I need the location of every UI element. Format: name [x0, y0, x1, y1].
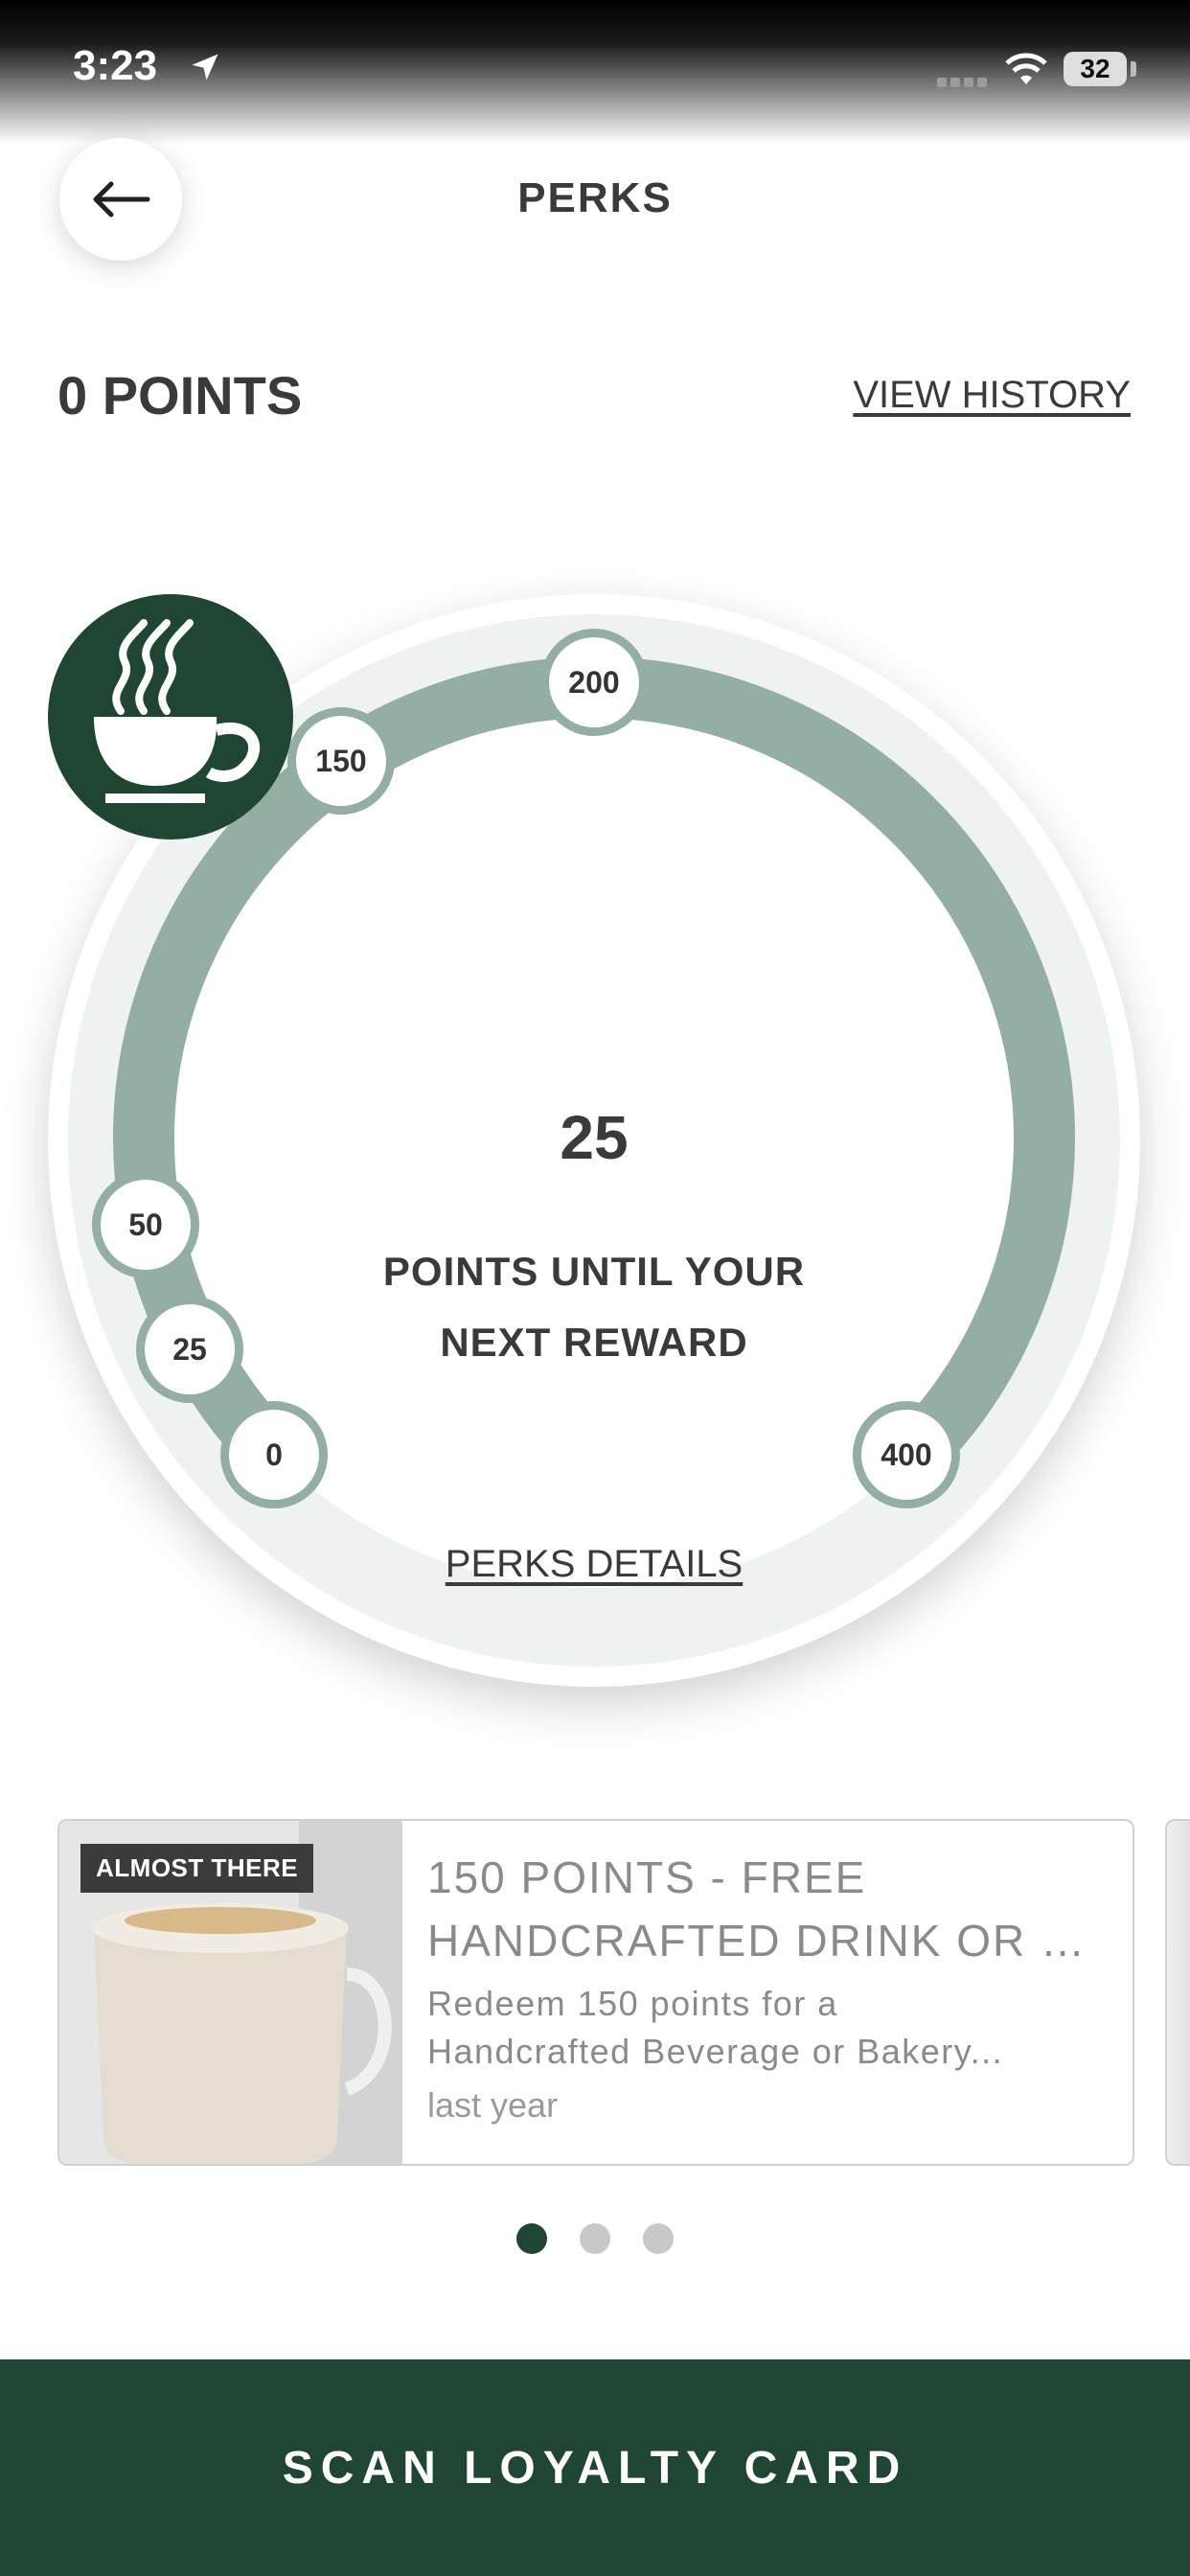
reward-title: 150 POINTS - FREE HANDCRAFTED DRINK OR B…: [427, 1846, 1108, 1972]
points-dial: 25 POINTS UNTIL YOUR NEXT REWARD PERKS D…: [48, 594, 1140, 1687]
location-arrow-icon: [192, 54, 218, 80]
next-reward-card-peek[interactable]: [1165, 1819, 1190, 2166]
scan-loyalty-card-label: SCAN LOYALTY CARD: [282, 2442, 908, 2494]
milestone-50: 50: [92, 1171, 199, 1278]
milestone-200: 200: [540, 629, 648, 736]
pager-dot-1[interactable]: [516, 2223, 547, 2254]
milestone-0: 0: [220, 1401, 328, 1508]
milestone-150: 150: [287, 707, 395, 815]
perks-details-link[interactable]: PERKS DETAILS: [48, 1543, 1140, 1586]
points-total: 0 POINTS: [57, 365, 303, 426]
view-history-link[interactable]: VIEW HISTORY: [853, 374, 1131, 417]
reward-timestamp: last year: [427, 2085, 559, 2125]
almost-there-badge: ALMOST THERE: [80, 1844, 314, 1893]
status-bar: 3:23 32: [0, 0, 1190, 144]
reward-description-line-2: Handcrafted Beverage or Bakery...: [427, 2032, 1004, 2071]
status-time: 3:23: [73, 42, 158, 89]
coffee-cup-icon: [48, 594, 293, 840]
latte-image: ALMOST THERE: [59, 1821, 402, 2164]
milestone-25: 25: [136, 1296, 243, 1403]
carousel-pager: [0, 2223, 1190, 2254]
points-until-value: 25: [560, 1103, 629, 1172]
cellular-signal-icon: [937, 75, 995, 87]
pager-dot-3[interactable]: [643, 2223, 674, 2254]
points-until-label: POINTS UNTIL YOUR NEXT REWARD: [382, 1249, 806, 1365]
reward-title-line-1: 150 POINTS - FREE: [427, 1852, 867, 1902]
reward-description-line-1: Redeem 150 points for a: [427, 1984, 838, 2023]
scan-loyalty-card-button[interactable]: SCAN LOYALTY CARD: [0, 2359, 1190, 2576]
reward-card[interactable]: ALMOST THERE 150 POINTS - FREE HANDCRAFT…: [57, 1819, 1134, 2166]
wifi-icon: [1005, 53, 1047, 84]
reward-description: Redeem 150 points for a Handcrafted Beve…: [427, 1980, 1108, 2076]
battery-tip: [1131, 61, 1136, 77]
pager-dot-2[interactable]: [580, 2223, 610, 2254]
page-title: PERKS: [517, 174, 673, 221]
reward-title-line-2: HANDCRAFTED DRINK OR B...: [427, 1916, 1108, 1966]
milestone-400: 400: [853, 1401, 960, 1508]
battery-icon: 32: [1064, 52, 1127, 86]
